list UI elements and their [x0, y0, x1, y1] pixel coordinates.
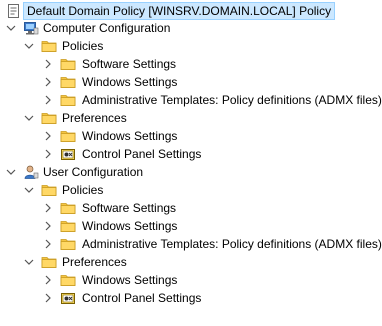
chevron-right-icon[interactable]: [42, 145, 54, 163]
chevron-right-icon[interactable]: [42, 199, 54, 217]
administrative-templates-label: Administrative Templates: Policy definit…: [82, 93, 382, 107]
chevron-down-icon[interactable]: [5, 19, 17, 37]
windows-settings-label: Windows Settings: [82, 273, 178, 287]
administrative-templates-label: Administrative Templates: Policy definit…: [82, 237, 382, 251]
folder-icon: [41, 254, 57, 270]
software-settings-label: Software Settings: [82, 57, 177, 71]
folder-icon: [41, 182, 57, 198]
user-config-icon: [23, 164, 39, 180]
control-panel-icon: [60, 146, 76, 162]
policy-tree: Default Domain Policy [WINSRV.DOMAIN.LOC…: [0, 0, 382, 326]
chevron-right-icon[interactable]: [42, 217, 54, 235]
chevron-down-icon[interactable]: [23, 253, 35, 271]
chevron-right-icon[interactable]: [42, 235, 54, 253]
chevron-down-icon[interactable]: [23, 109, 35, 127]
software-settings-label: Software Settings: [82, 201, 177, 215]
folder-icon: [60, 128, 76, 144]
root-label: Default Domain Policy [WINSRV.DOMAIN.LOC…: [23, 2, 336, 20]
folder-icon: [60, 272, 76, 288]
policies-label: Policies: [62, 39, 104, 53]
windows-settings-label: Windows Settings: [82, 129, 178, 143]
folder-icon: [60, 56, 76, 72]
chevron-down-icon[interactable]: [5, 163, 17, 181]
folder-icon: [60, 200, 76, 216]
folder-icon: [41, 38, 57, 54]
chevron-right-icon[interactable]: [42, 73, 54, 91]
control-panel-icon: [60, 290, 76, 306]
folder-icon: [41, 110, 57, 126]
windows-settings-label: Windows Settings: [82, 219, 178, 233]
chevron-right-icon[interactable]: [42, 91, 54, 109]
control-panel-settings-label: Control Panel Settings: [82, 291, 202, 305]
chevron-down-icon[interactable]: [23, 37, 35, 55]
windows-settings-label: Windows Settings: [82, 75, 178, 89]
chevron-right-icon[interactable]: [42, 271, 54, 289]
chevron-right-icon[interactable]: [42, 289, 54, 307]
chevron-right-icon[interactable]: [42, 55, 54, 73]
folder-icon: [60, 74, 76, 90]
preferences-label: Preferences: [62, 255, 127, 269]
folder-icon: [60, 236, 76, 252]
preferences-label: Preferences: [62, 111, 127, 125]
control-panel-settings-label: Control Panel Settings: [82, 147, 202, 161]
folder-icon: [60, 92, 76, 108]
user-configuration-label: User Configuration: [43, 165, 144, 179]
chevron-down-icon[interactable]: [23, 181, 35, 199]
policies-label: Policies: [62, 183, 104, 197]
chevron-right-icon[interactable]: [42, 127, 54, 145]
computer-config-icon: [23, 20, 39, 36]
policy-scroll-icon: [6, 3, 22, 19]
folder-icon: [60, 218, 76, 234]
computer-configuration-label: Computer Configuration: [43, 21, 171, 35]
